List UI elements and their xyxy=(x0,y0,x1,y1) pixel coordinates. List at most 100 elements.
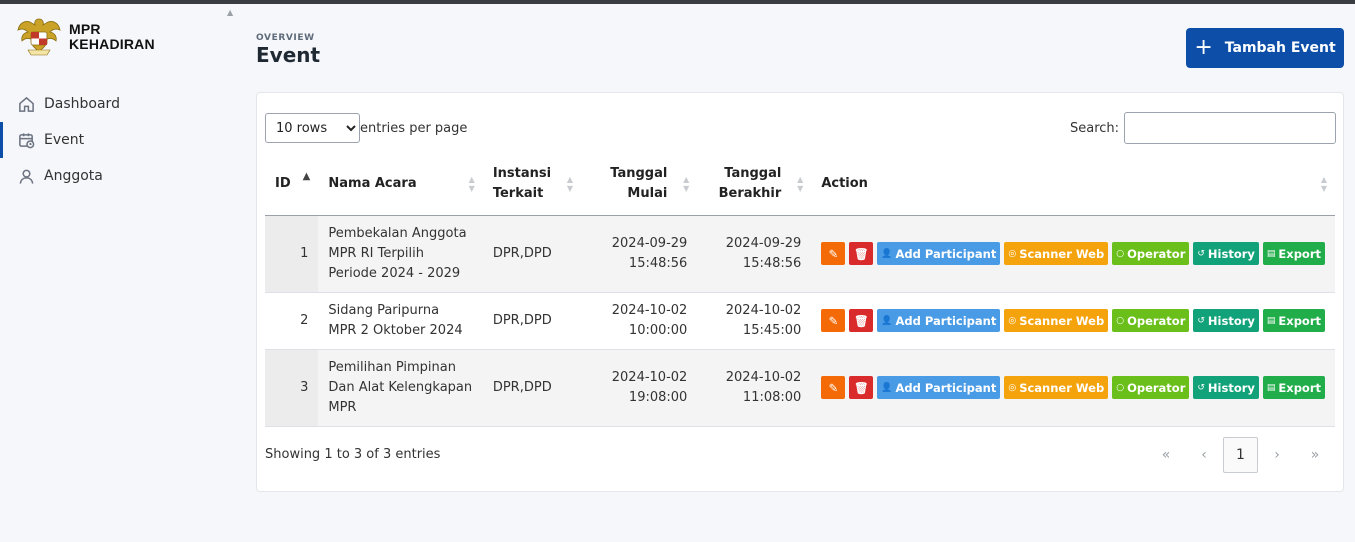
add-participant-button[interactable]: 👤 Add Participant xyxy=(877,242,1001,265)
add-participant-button[interactable]: 👤 Add Participant xyxy=(877,376,1001,399)
export-button[interactable]: ▤ Export xyxy=(1262,242,1325,265)
trash-icon: 🗑 xyxy=(854,380,869,395)
cell-instansi: DPR,DPD xyxy=(482,292,582,350)
cell-tanggal-berakhir: 2024-10-02 11:08:00 xyxy=(697,349,812,427)
export-button[interactable]: ▤ Export xyxy=(1262,376,1325,399)
entries-info: Showing 1 to 3 of 3 entries xyxy=(265,447,441,462)
camera-icon: ◎ xyxy=(1008,382,1017,393)
sort-icon: ▲ ▼ xyxy=(1320,174,1327,193)
sidebar-item-dashboard[interactable]: Dashboard xyxy=(0,86,240,122)
delete-button[interactable]: 🗑 xyxy=(849,376,874,399)
add-participant-button[interactable]: 👤 Add Participant xyxy=(877,309,1001,332)
column-header-nama-acara[interactable]: Nama Acara ▲ ▼ xyxy=(318,153,483,216)
last-page-button[interactable]: » xyxy=(1296,437,1334,473)
search-input[interactable] xyxy=(1124,112,1336,144)
history-button[interactable]: ↺ History xyxy=(1193,309,1259,332)
rows-per-page-select[interactable]: 10 rows xyxy=(265,113,360,143)
operator-button[interactable]: ○ Operator xyxy=(1112,242,1190,265)
file-export-icon: ▤ xyxy=(1266,248,1276,259)
sort-icon: ▲ ▼ xyxy=(683,174,690,193)
cell-id: 2 xyxy=(265,292,319,350)
history-icon: ↺ xyxy=(1197,382,1205,393)
history-icon: ↺ xyxy=(1197,315,1205,326)
next-page-button[interactable]: › xyxy=(1258,437,1296,473)
sort-icon: ▲ ▼ xyxy=(566,174,574,193)
scanner-web-button[interactable]: ◎ Scanner Web xyxy=(1004,309,1109,332)
page-overline: OVERVIEW xyxy=(256,33,315,43)
delete-button[interactable]: 🗑 xyxy=(849,242,874,265)
sidebar: MPR KEHADIRAN ▲ Dashboard Event Anggota xyxy=(0,4,240,542)
edit-button[interactable]: ✎ xyxy=(821,309,846,332)
edit-button[interactable]: ✎ xyxy=(821,242,846,265)
brand-title: MPR KEHADIRAN xyxy=(69,21,155,52)
scanner-web-button[interactable]: ◎ Scanner Web xyxy=(1004,376,1109,399)
user-icon xyxy=(19,169,34,184)
history-button[interactable]: ↺ History xyxy=(1193,242,1259,265)
page-1-button[interactable]: 1 xyxy=(1223,437,1258,473)
user-icon: ○ xyxy=(1116,382,1125,393)
camera-icon: ◎ xyxy=(1008,248,1017,259)
column-header-id[interactable]: ID ▲ xyxy=(265,153,319,216)
sidebar-item-event[interactable]: Event xyxy=(0,122,240,158)
column-header-action[interactable]: Action ▲ ▼ xyxy=(811,153,1335,216)
file-export-icon: ▤ xyxy=(1266,382,1276,393)
operator-button[interactable]: ○ Operator xyxy=(1112,376,1190,399)
table-row: 1 Pembekalan Anggota MPR RI Terpilih Perio… xyxy=(265,215,1335,293)
edit-icon: ✎ xyxy=(828,246,839,261)
cell-tanggal-berakhir: 2024-09-29 15:48:56 xyxy=(697,215,812,293)
add-event-button[interactable]: + Tambah Event xyxy=(1186,28,1344,68)
table-row: 3 Pemilihan Pimpinan Dan Alat Kelengkapan… xyxy=(265,349,1335,427)
sort-icon: ▲ ▼ xyxy=(468,174,475,193)
user-plus-icon: 👤 xyxy=(881,382,893,393)
sidebar-item-label: Dashboard xyxy=(44,96,120,112)
column-header-tanggal-mulai[interactable]: Tanggal Mulai ▲ ▼ xyxy=(581,153,698,216)
delete-button[interactable]: 🗑 xyxy=(849,309,874,332)
plus-icon: + xyxy=(1194,35,1213,60)
brand[interactable]: MPR KEHADIRAN xyxy=(16,16,155,58)
event-table: ID ▲ Nama Acara ▲ ▼ Instansi Terkait ▲ ▼ Tangg… xyxy=(265,153,1335,427)
per-page-label: entries per page xyxy=(360,121,468,136)
cell-actions: ✎ 🗑 👤 Add Participant ◎ Scanner Web ○ Opera… xyxy=(811,215,1335,293)
cell-nama-acara: Sidang Paripurna MPR 2 Oktober 2024 xyxy=(318,292,483,350)
camera-icon: ◎ xyxy=(1008,315,1017,326)
event-table-card: 10 rows entries per page Search: ID ▲ Nam… xyxy=(256,92,1344,492)
first-page-button[interactable]: « xyxy=(1147,437,1185,473)
edit-icon: ✎ xyxy=(828,380,839,395)
sort-icon: ▲ ▼ xyxy=(797,174,804,193)
trash-icon: 🗑 xyxy=(854,246,869,261)
home-icon xyxy=(19,96,34,112)
user-icon: ○ xyxy=(1116,248,1125,259)
table-row: 2 Sidang Paripurna MPR 2 Oktober 2024 DPR… xyxy=(265,292,1335,350)
sidebar-item-label: Event xyxy=(44,132,85,148)
search-label: Search: xyxy=(1070,121,1120,136)
garuda-logo-icon xyxy=(17,18,61,56)
history-button[interactable]: ↺ History xyxy=(1193,376,1259,399)
user-plus-icon: 👤 xyxy=(881,248,893,259)
operator-button[interactable]: ○ Operator xyxy=(1112,309,1190,332)
history-icon: ↺ xyxy=(1197,248,1205,259)
sidebar-nav: Dashboard Event Anggota xyxy=(0,86,240,194)
cell-instansi: DPR,DPD xyxy=(482,349,582,427)
calendar-clock-icon xyxy=(19,132,35,148)
cell-id: 1 xyxy=(265,215,319,293)
file-export-icon: ▤ xyxy=(1266,315,1276,326)
cell-actions: ✎ 🗑 👤 Add Participant ◎ Scanner Web ○ Opera… xyxy=(811,292,1335,350)
collapse-caret-icon[interactable]: ▲ xyxy=(227,8,233,17)
column-header-tanggal-berakhir[interactable]: Tanggal Berakhir ▲ ▼ xyxy=(697,153,812,216)
cell-id: 3 xyxy=(265,349,319,427)
cell-tanggal-mulai: 2024-09-29 15:48:56 xyxy=(581,215,698,293)
previous-page-button[interactable]: ‹ xyxy=(1185,437,1223,473)
export-button[interactable]: ▤ Export xyxy=(1262,309,1325,332)
cell-nama-acara: Pemilihan Pimpinan Dan Alat Kelengkapan MP… xyxy=(318,349,483,427)
pagination: « ‹ 1 › » xyxy=(1147,437,1334,473)
cell-nama-acara: Pembekalan Anggota MPR RI Terpilih Periode… xyxy=(318,215,483,293)
scanner-web-button[interactable]: ◎ Scanner Web xyxy=(1004,242,1109,265)
sort-asc-icon: ▲ xyxy=(302,170,311,182)
edit-button[interactable]: ✎ xyxy=(821,376,846,399)
column-header-instansi[interactable]: Instansi Terkait ▲ ▼ xyxy=(482,153,582,216)
sidebar-item-anggota[interactable]: Anggota xyxy=(0,158,240,194)
cell-instansi: DPR,DPD xyxy=(482,215,582,293)
cell-actions: ✎ 🗑 👤 Add Participant ◎ Scanner Web ○ Opera… xyxy=(811,349,1335,427)
user-plus-icon: 👤 xyxy=(881,315,893,326)
page-title: Event xyxy=(256,43,321,67)
